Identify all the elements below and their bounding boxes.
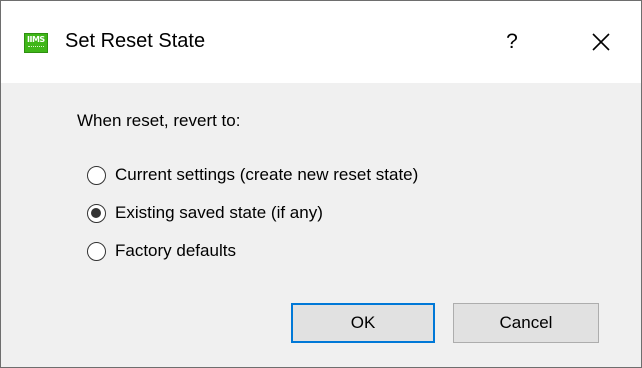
help-button[interactable]: ? xyxy=(489,23,535,61)
radio-button-factory-defaults[interactable] xyxy=(87,241,106,261)
radio-button-existing-saved-state[interactable] xyxy=(87,203,106,223)
app-logo-icon: IIMS xyxy=(24,33,48,53)
radio-current-settings[interactable]: Current settings (create new reset state… xyxy=(87,162,418,188)
close-button[interactable] xyxy=(579,25,625,61)
radio-label-current-settings[interactable]: Current settings (create new reset state… xyxy=(115,165,418,185)
window-title: Set Reset State xyxy=(65,30,206,52)
set-reset-state-dialog: IIMS Set Reset State ? When reset, rever… xyxy=(0,0,642,368)
radio-existing-saved-state[interactable]: Existing saved state (if any) xyxy=(87,200,323,226)
radio-factory-defaults[interactable]: Factory defaults xyxy=(87,238,236,264)
radio-button-current-settings[interactable] xyxy=(87,165,106,185)
radio-label-factory-defaults[interactable]: Factory defaults xyxy=(115,241,236,261)
reset-prompt-label: When reset, revert to: xyxy=(77,111,241,130)
radio-label-existing-saved-state[interactable]: Existing saved state (if any) xyxy=(115,203,323,223)
title-bar[interactable]: IIMS Set Reset State ? xyxy=(1,1,641,83)
close-icon xyxy=(592,33,610,51)
ok-button[interactable]: OK xyxy=(291,303,435,343)
cancel-button[interactable]: Cancel xyxy=(453,303,599,343)
